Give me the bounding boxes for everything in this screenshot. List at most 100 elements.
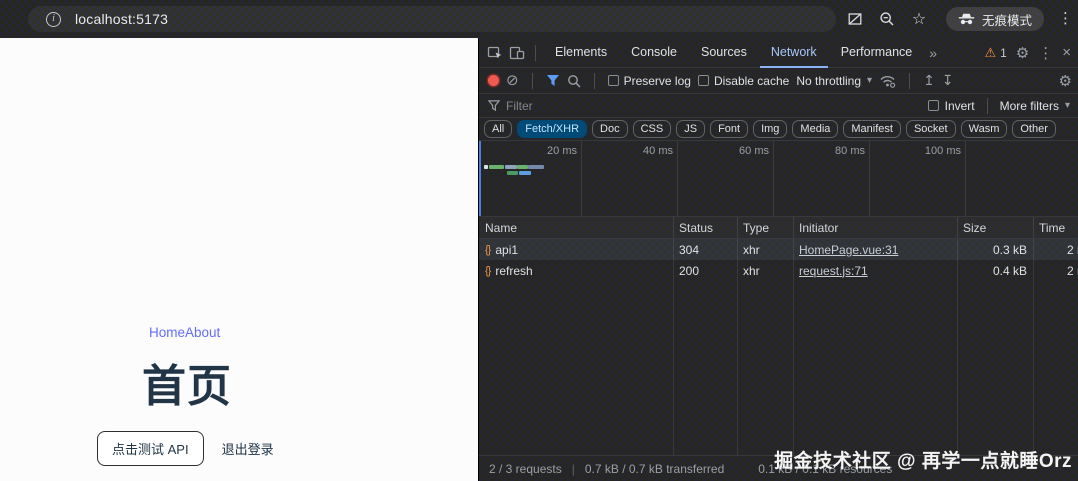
timeline-tick: 40 ms (613, 145, 673, 157)
chevron-down-icon: ▾ (867, 75, 872, 86)
waterfall-bar (505, 165, 517, 169)
throttling-select[interactable]: No throttling ▾ (796, 74, 872, 88)
request-name: refresh (495, 264, 532, 278)
initiator-link[interactable]: request.js:71 (799, 264, 868, 278)
browser-toolbar: i localhost:5173 ☆ 无痕模式 ⋮ (0, 0, 1078, 38)
clear-icon[interactable]: ⊘ (506, 73, 519, 88)
device-toolbar-icon[interactable] (507, 43, 527, 63)
nav-link-home[interactable]: Home (149, 325, 185, 340)
chevron-down-icon: ▾ (1065, 100, 1070, 111)
checkbox-icon (608, 75, 619, 86)
timeline-tick: 60 ms (709, 145, 769, 157)
chip-doc[interactable]: Doc (592, 120, 628, 138)
inspect-element-icon[interactable] (485, 43, 505, 63)
nav-link-about[interactable]: About (185, 325, 220, 340)
chip-manifest[interactable]: Manifest (843, 120, 901, 138)
waterfall-bar (489, 165, 504, 169)
chip-all[interactable]: All (484, 120, 512, 138)
column-header-name[interactable]: Name (479, 221, 673, 235)
checkbox-icon (698, 75, 709, 86)
more-filters-button[interactable]: More filters (1000, 99, 1059, 113)
devtools-close-icon[interactable]: × (1062, 44, 1071, 61)
import-har-icon[interactable]: ↥ (923, 72, 935, 89)
invert-checkbox[interactable] (928, 100, 939, 111)
logout-button[interactable]: 退出登录 (214, 432, 282, 465)
page-nav: HomeAbout (149, 325, 220, 340)
chip-css[interactable]: CSS (633, 120, 672, 138)
network-settings-icon[interactable]: ⚙ (1059, 72, 1072, 90)
timeline-tick: 100 ms (901, 145, 961, 157)
request-time: 2 ms (1033, 243, 1078, 257)
column-header-initiator[interactable]: Initiator (793, 221, 957, 235)
waterfall-bar (484, 165, 488, 169)
request-status: 304 (673, 243, 737, 257)
more-tabs-icon[interactable]: » (925, 45, 941, 61)
json-braces-icon: {} (485, 244, 490, 256)
chip-img[interactable]: Img (753, 120, 787, 138)
chip-fetch-xhr[interactable]: Fetch/XHR (517, 120, 587, 138)
incognito-icon (958, 13, 975, 25)
request-time: 2 ms (1033, 264, 1078, 278)
watermark-text: 掘金技术社区 @ 再学一点就睡Orz (774, 446, 1072, 473)
request-status: 200 (673, 264, 737, 278)
tab-console[interactable]: Console (620, 38, 688, 68)
web-page-viewport: HomeAbout 首页 点击测试 API 退出登录 (0, 38, 478, 481)
transferred-size: 0.7 kB / 0.7 kB transferred (585, 462, 724, 476)
incognito-badge: 无痕模式 (946, 7, 1044, 31)
tab-elements[interactable]: Elements (544, 38, 618, 68)
network-overview-timeline[interactable]: 20 ms 40 ms 60 ms 80 ms 100 ms (479, 141, 1078, 217)
address-bar[interactable]: i localhost:5173 (28, 6, 836, 32)
initiator-link[interactable]: HomePage.vue:31 (799, 243, 898, 257)
preserve-log-checkbox[interactable]: Preserve log (608, 74, 691, 88)
record-icon[interactable] (488, 75, 499, 86)
zoom-out-icon[interactable] (878, 10, 896, 28)
request-type-filters: All Fetch/XHR Doc CSS JS Font Img Media … (479, 118, 1078, 141)
tab-sources[interactable]: Sources (690, 38, 758, 68)
devtools-menu-icon[interactable]: ⋮ (1038, 44, 1053, 62)
bookmark-star-icon[interactable]: ☆ (910, 10, 928, 28)
chip-font[interactable]: Font (710, 120, 748, 138)
filter-input[interactable]: Filter (506, 99, 533, 113)
chip-other[interactable]: Other (1012, 120, 1056, 138)
request-type: xhr (737, 243, 793, 257)
column-header-size[interactable]: Size (957, 221, 1033, 235)
chip-socket[interactable]: Socket (906, 120, 956, 138)
devtools-settings-icon[interactable]: ⚙ (1016, 44, 1029, 62)
send-to-device-icon[interactable] (846, 10, 864, 28)
timeline-tick: 20 ms (517, 145, 577, 157)
tab-network[interactable]: Network (760, 38, 828, 68)
filter-funnel-icon (488, 100, 500, 111)
browser-menu-icon[interactable]: ⋮ (1058, 9, 1073, 27)
devtools-tabbar: Elements Console Sources Network Perform… (479, 38, 1078, 68)
incognito-label: 无痕模式 (982, 10, 1032, 29)
test-api-button[interactable]: 点击测试 API (97, 431, 204, 466)
request-type: xhr (737, 264, 793, 278)
site-info-icon[interactable]: i (46, 12, 61, 27)
export-har-icon[interactable]: ↧ (942, 72, 954, 89)
url-text[interactable]: localhost:5173 (75, 11, 168, 27)
chip-wasm[interactable]: Wasm (961, 120, 1008, 138)
chip-js[interactable]: JS (676, 120, 705, 138)
search-icon[interactable] (567, 74, 581, 88)
request-row-api1[interactable]: {} api1 304 xhr HomePage.vue:31 0.3 kB 2… (479, 239, 1078, 260)
network-conditions-icon[interactable] (879, 74, 896, 88)
column-header-status[interactable]: Status (673, 221, 737, 235)
dom-content-loaded-marker (479, 141, 481, 216)
column-header-type[interactable]: Type (737, 221, 793, 235)
waterfall-bar (507, 171, 518, 175)
requests-table-header: Name Status Type Initiator Size Time (479, 217, 1078, 239)
issues-counter[interactable]: ⚠ 1 (984, 45, 1006, 61)
request-row-refresh[interactable]: {} refresh 200 xhr request.js:71 0.4 kB … (479, 260, 1078, 281)
filter-toggle-icon[interactable] (546, 74, 560, 87)
disable-cache-checkbox[interactable]: Disable cache (698, 74, 789, 88)
request-name: api1 (495, 243, 518, 257)
chip-media[interactable]: Media (792, 120, 838, 138)
devtools-panel: Elements Console Sources Network Perform… (478, 38, 1078, 481)
network-filterbar: Filter Invert More filters ▾ (479, 94, 1078, 118)
page-title: 首页 (142, 350, 232, 414)
column-header-time[interactable]: Time (1033, 221, 1078, 235)
json-braces-icon: {} (485, 265, 490, 277)
waterfall-bar (519, 171, 531, 175)
request-size: 0.3 kB (957, 243, 1033, 257)
tab-performance[interactable]: Performance (830, 38, 924, 68)
